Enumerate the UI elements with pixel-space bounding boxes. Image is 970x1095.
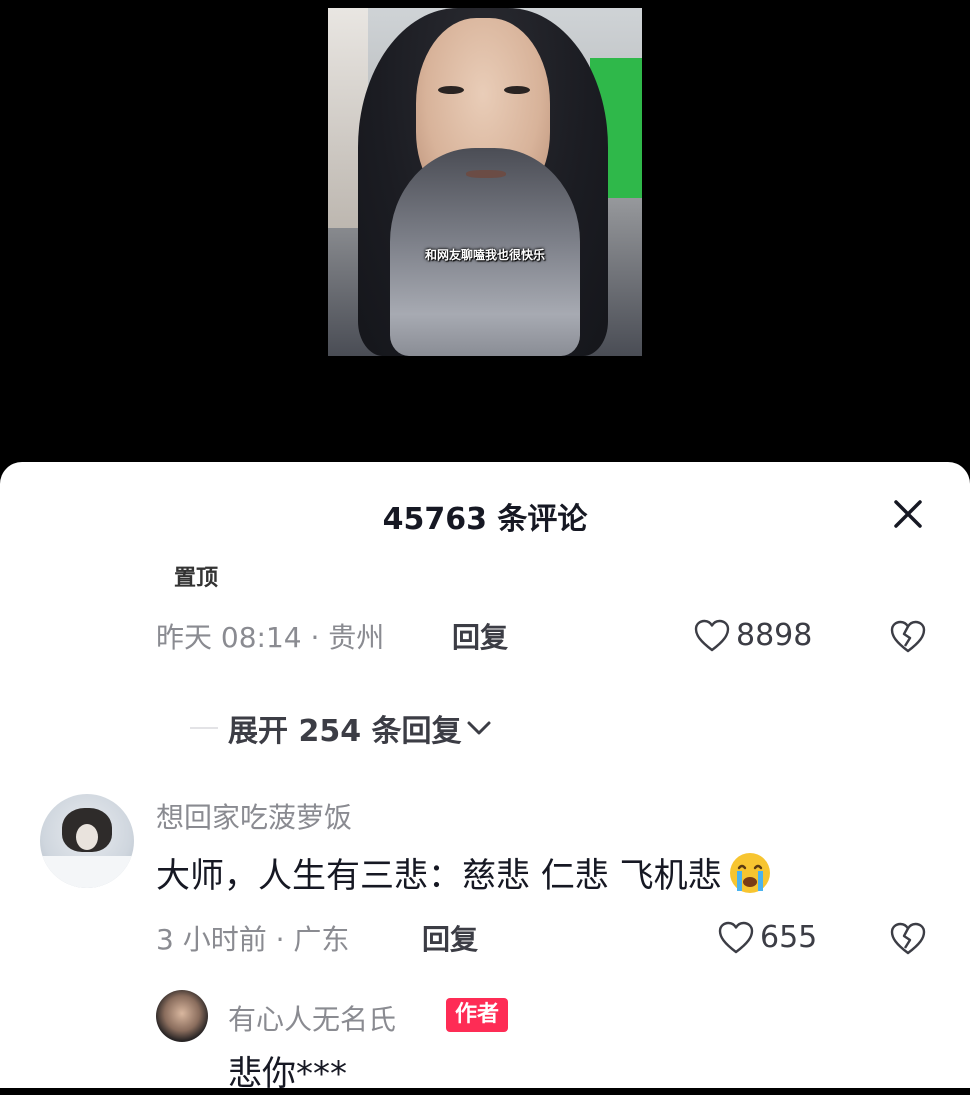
comments-count-title: 45763 条评论 — [382, 502, 588, 537]
heart-icon — [694, 619, 730, 651]
chevron-down-icon — [467, 721, 491, 735]
comment-like-button[interactable]: 655 — [718, 920, 817, 955]
video-person-eye-left — [438, 86, 464, 94]
broken-heart-icon[interactable] — [890, 620, 926, 654]
avatar-snow — [40, 856, 134, 888]
comment-reply-button[interactable]: 回复 — [422, 918, 478, 958]
pinned-reply-button[interactable]: 回复 — [452, 616, 508, 656]
pinned-like-button[interactable]: 8898 — [694, 618, 812, 653]
comment-text-content: 大师，人生有三悲：慈悲 仁悲 飞机悲 — [156, 856, 722, 896]
crying-face-icon — [729, 852, 770, 893]
video-person-mouth — [466, 170, 506, 178]
avatar-dog-face — [76, 824, 98, 850]
comment-like-count: 655 — [760, 920, 818, 955]
author-avatar[interactable] — [156, 990, 208, 1042]
comment-meta: 3 小时前 · 广东 — [156, 923, 350, 956]
expand-replies-label: 展开 254 条回复 — [228, 714, 462, 749]
comment-username[interactable]: 想回家吃菠萝饭 — [156, 796, 352, 836]
broken-heart-icon[interactable] — [890, 922, 926, 956]
pinned-comment-meta: 昨天 08:14 · 贵州 — [156, 621, 385, 654]
comments-sheet: 45763 条评论 置顶 昨天 08:14 · 贵州 回复 8898 展开 25… — [0, 462, 970, 1094]
pinned-like-count: 8898 — [736, 618, 813, 653]
expand-divider — [190, 727, 218, 729]
video-player[interactable]: 和网友聊嗑我也很快乐 — [0, 0, 970, 462]
video-person-eye-right — [504, 86, 530, 94]
pinned-label: 置顶 — [174, 566, 219, 591]
video-frame[interactable]: 和网友聊嗑我也很快乐 — [328, 8, 642, 356]
author-badge: 作者 — [446, 998, 509, 1032]
close-icon[interactable] — [886, 492, 930, 536]
avatar[interactable] — [40, 794, 134, 888]
expand-replies-button[interactable]: 展开 254 条回复 — [190, 706, 494, 750]
author-username[interactable]: 有心人无名氏 — [228, 998, 396, 1038]
comment-text: 大师，人生有三悲：慈悲 仁悲 飞机悲 — [156, 848, 772, 897]
video-subtitle: 和网友聊嗑我也很快乐 — [424, 248, 545, 262]
heart-icon — [718, 921, 754, 953]
